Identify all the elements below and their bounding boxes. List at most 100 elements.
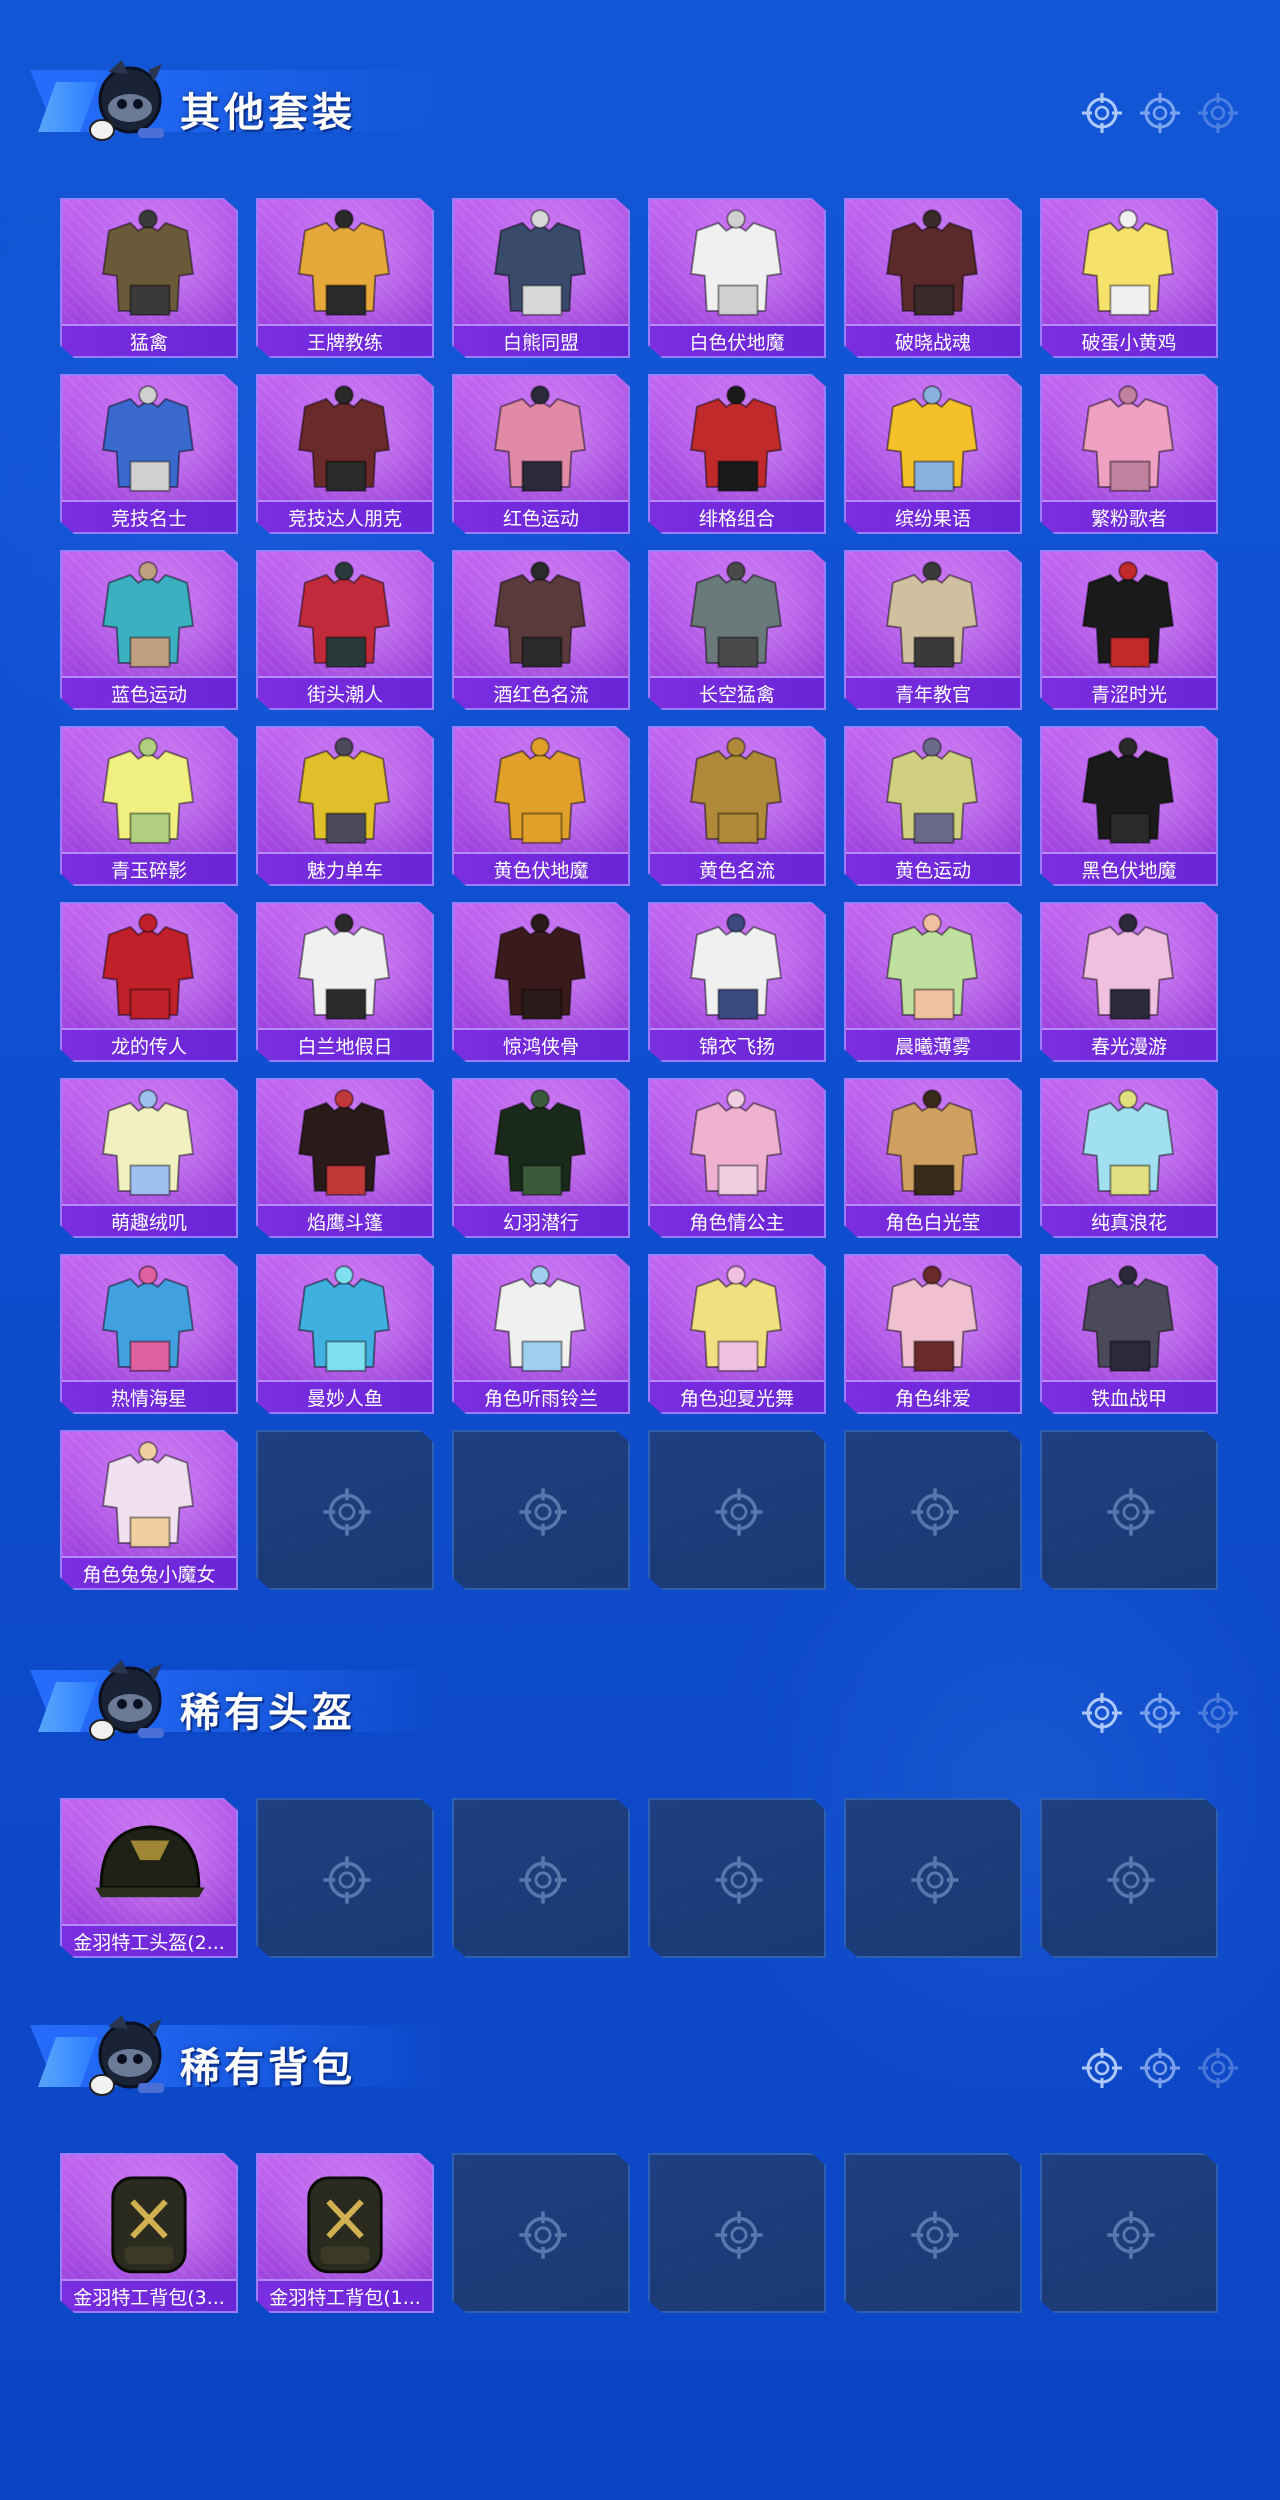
item-tile[interactable]: 金羽特工背包(1... bbox=[256, 2153, 434, 2313]
item-label: 红色运动 bbox=[502, 507, 579, 530]
item-tile[interactable]: 晨曦薄雾 bbox=[844, 902, 1022, 1062]
item-tile[interactable]: 焰鹰斗篷 bbox=[256, 1078, 434, 1238]
section-header: 其他套装 bbox=[0, 30, 1280, 141]
empty-slot bbox=[452, 2153, 630, 2313]
item-tile[interactable]: 角色绯爱 bbox=[844, 1254, 1022, 1414]
section-header: 稀有头盔 bbox=[0, 1630, 1280, 1741]
item-tile[interactable]: 白色伏地魔 bbox=[648, 198, 826, 358]
crosshair-icon bbox=[1196, 1691, 1240, 1739]
empty-slot bbox=[256, 1430, 434, 1590]
item-grid: 金羽特工头盔(2... bbox=[60, 1798, 1220, 1958]
crosshair-icon bbox=[1196, 2046, 1240, 2094]
item-tile[interactable]: 王牌教练 bbox=[256, 198, 434, 358]
item-label: 长空猛禽 bbox=[698, 683, 775, 706]
section-decoration bbox=[1080, 2045, 1250, 2095]
item-tile[interactable]: 惊鸿侠骨 bbox=[452, 902, 630, 1062]
item-label-bar: 绯格组合 bbox=[650, 500, 824, 532]
item-tile[interactable]: 红色运动 bbox=[452, 374, 630, 534]
item-tile[interactable]: 金羽特工背包(3... bbox=[60, 2153, 238, 2313]
crosshair-icon bbox=[1196, 91, 1240, 139]
item-label-bar: 破蛋小黄鸡 bbox=[1042, 324, 1216, 356]
item-label-bar: 纯真浪花 bbox=[1042, 1204, 1216, 1236]
item-tile[interactable]: 黑色伏地魔 bbox=[1040, 726, 1218, 886]
item-label-bar: 角色兔兔小魔女 bbox=[62, 1556, 236, 1588]
empty-slot bbox=[256, 1798, 434, 1958]
item-tile[interactable]: 锦衣飞扬 bbox=[648, 902, 826, 1062]
item-label: 绯格组合 bbox=[698, 507, 775, 530]
item-label: 黄色名流 bbox=[698, 859, 775, 882]
item-tile[interactable]: 角色情公主 bbox=[648, 1078, 826, 1238]
item-tile[interactable]: 角色迎夏光舞 bbox=[648, 1254, 826, 1414]
item-tile[interactable]: 纯真浪花 bbox=[1040, 1078, 1218, 1238]
item-label: 纯真浪花 bbox=[1090, 1211, 1167, 1234]
item-label: 龙的传人 bbox=[110, 1035, 187, 1058]
item-tile[interactable]: 角色兔兔小魔女 bbox=[60, 1430, 238, 1590]
item-tile[interactable]: 繁粉歌者 bbox=[1040, 374, 1218, 534]
item-tile[interactable]: 白熊同盟 bbox=[452, 198, 630, 358]
section-2: 稀有背包 金羽特工背包(3... 金羽特工背包(1... bbox=[0, 1985, 1280, 2313]
crosshair-icon bbox=[909, 1486, 961, 1538]
item-tile[interactable]: 街头潮人 bbox=[256, 550, 434, 710]
item-tile[interactable]: 破蛋小黄鸡 bbox=[1040, 198, 1218, 358]
item-tile[interactable]: 春光漫游 bbox=[1040, 902, 1218, 1062]
item-tile[interactable]: 曼妙人鱼 bbox=[256, 1254, 434, 1414]
item-label: 角色兔兔小魔女 bbox=[82, 1563, 216, 1586]
item-tile[interactable]: 蓝色运动 bbox=[60, 550, 238, 710]
item-tile[interactable]: 青年教官 bbox=[844, 550, 1022, 710]
item-tile[interactable]: 长空猛禽 bbox=[648, 550, 826, 710]
item-tile[interactable]: 青玉碎影 bbox=[60, 726, 238, 886]
item-label-bar: 春光漫游 bbox=[1042, 1028, 1216, 1060]
item-label-bar: 魅力单车 bbox=[258, 852, 432, 884]
item-label: 角色白光莹 bbox=[885, 1211, 981, 1234]
item-tile[interactable]: 破晓战魂 bbox=[844, 198, 1022, 358]
item-tile[interactable]: 金羽特工头盔(2... bbox=[60, 1798, 238, 1958]
item-tile[interactable]: 竞技名士 bbox=[60, 374, 238, 534]
item-label: 金羽特工背包(3... bbox=[73, 2286, 225, 2309]
item-tile[interactable]: 热情海星 bbox=[60, 1254, 238, 1414]
item-label-bar: 酒红色名流 bbox=[454, 676, 628, 708]
item-tile[interactable]: 黄色运动 bbox=[844, 726, 1022, 886]
item-tile[interactable]: 幻羽潜行 bbox=[452, 1078, 630, 1238]
item-tile[interactable]: 黄色名流 bbox=[648, 726, 826, 886]
crosshair-icon bbox=[517, 1486, 569, 1538]
section-title: 稀有头盔 bbox=[180, 1690, 356, 1736]
item-label: 黄色运动 bbox=[894, 859, 971, 882]
item-label-bar: 金羽特工头盔(2... bbox=[62, 1924, 236, 1956]
item-label-bar: 金羽特工背包(3... bbox=[62, 2279, 236, 2311]
item-tile[interactable]: 龙的传人 bbox=[60, 902, 238, 1062]
item-label: 金羽特工头盔(2... bbox=[73, 1931, 225, 1954]
item-tile[interactable]: 角色白光莹 bbox=[844, 1078, 1022, 1238]
item-tile[interactable]: 萌趣绒叽 bbox=[60, 1078, 238, 1238]
item-label-bar: 晨曦薄雾 bbox=[846, 1028, 1020, 1060]
item-label: 青涩时光 bbox=[1090, 683, 1167, 706]
item-label-bar: 繁粉歌者 bbox=[1042, 500, 1216, 532]
section-title: 其他套装 bbox=[180, 90, 356, 136]
empty-slot bbox=[844, 1430, 1022, 1590]
item-label-bar: 缤纷果语 bbox=[846, 500, 1020, 532]
item-label-bar: 长空猛禽 bbox=[650, 676, 824, 708]
item-tile[interactable]: 铁血战甲 bbox=[1040, 1254, 1218, 1414]
item-label-bar: 龙的传人 bbox=[62, 1028, 236, 1060]
crosshair-icon bbox=[517, 1854, 569, 1906]
item-label-bar: 铁血战甲 bbox=[1042, 1380, 1216, 1412]
item-label: 青年教官 bbox=[894, 683, 971, 706]
item-tile[interactable]: 猛禽 bbox=[60, 198, 238, 358]
item-tile[interactable]: 缤纷果语 bbox=[844, 374, 1022, 534]
item-label-bar: 白兰地假日 bbox=[258, 1028, 432, 1060]
item-label: 黑色伏地魔 bbox=[1081, 859, 1177, 882]
item-tile[interactable]: 黄色伏地魔 bbox=[452, 726, 630, 886]
item-label: 酒红色名流 bbox=[493, 683, 589, 706]
item-label: 白熊同盟 bbox=[502, 331, 579, 354]
item-tile[interactable]: 青涩时光 bbox=[1040, 550, 1218, 710]
item-tile[interactable]: 角色听雨铃兰 bbox=[452, 1254, 630, 1414]
item-tile[interactable]: 酒红色名流 bbox=[452, 550, 630, 710]
crosshair-icon bbox=[1105, 1854, 1157, 1906]
item-tile[interactable]: 魅力单车 bbox=[256, 726, 434, 886]
item-label-bar: 幻羽潜行 bbox=[454, 1204, 628, 1236]
item-tile[interactable]: 绯格组合 bbox=[648, 374, 826, 534]
item-label-bar: 青涩时光 bbox=[1042, 676, 1216, 708]
item-label-bar: 角色听雨铃兰 bbox=[454, 1380, 628, 1412]
crosshair-icon bbox=[321, 1486, 373, 1538]
item-tile[interactable]: 白兰地假日 bbox=[256, 902, 434, 1062]
item-tile[interactable]: 竞技达人朋克 bbox=[256, 374, 434, 534]
